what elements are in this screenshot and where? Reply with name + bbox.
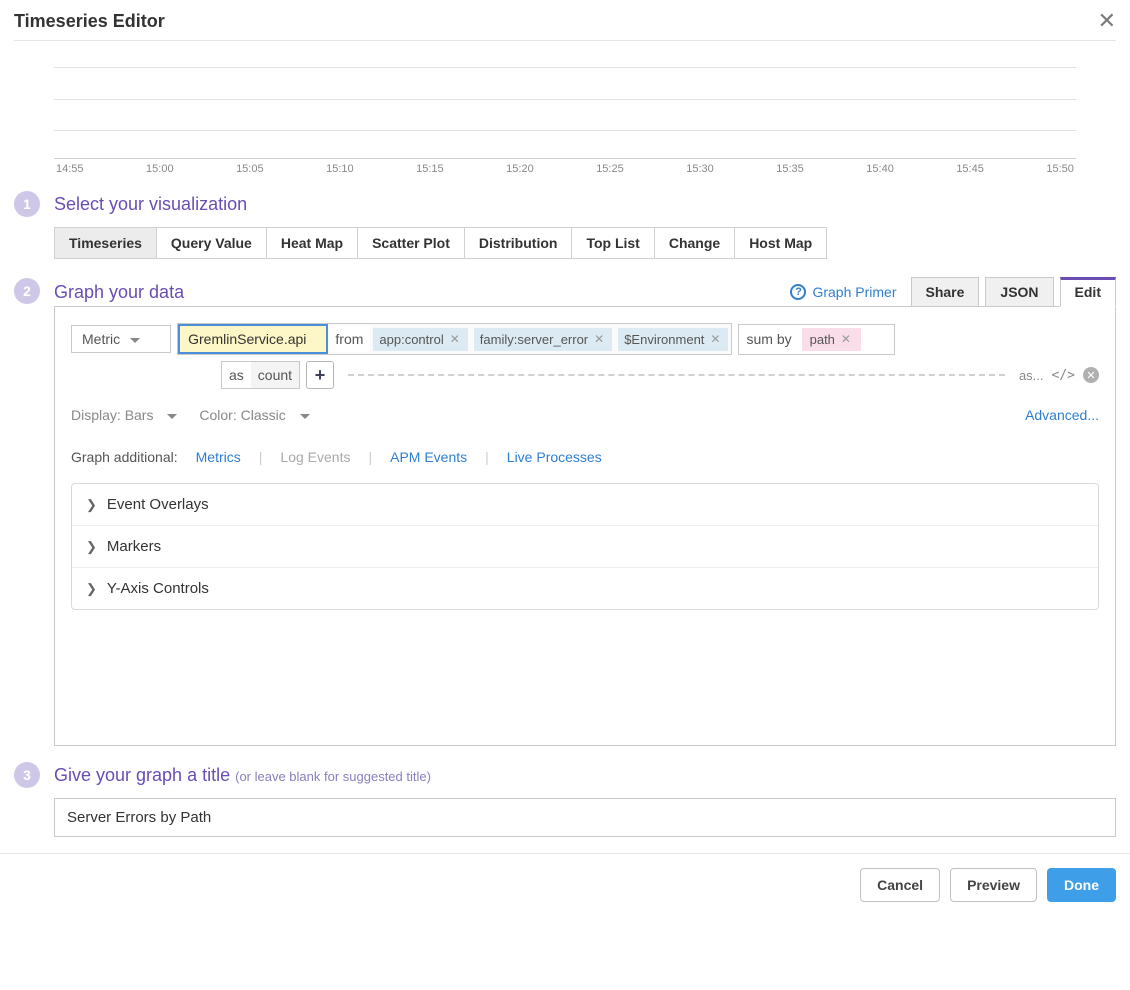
caret-down-icon: [130, 338, 140, 343]
accordion-markers[interactable]: ❯Markers: [72, 526, 1098, 568]
code-icon[interactable]: </>: [1052, 368, 1075, 383]
aggregation-box[interactable]: sum by path✕: [738, 324, 895, 355]
add-query-button[interactable]: +: [306, 361, 334, 389]
graph-additional-label: Graph additional:: [71, 449, 178, 465]
from-keyword: from: [328, 326, 370, 352]
modal-footer: Cancel Preview Done: [0, 853, 1130, 920]
trail-as-label: as...: [1019, 368, 1044, 383]
query-editor: Metric GremlinService.api from app:contr…: [54, 306, 1116, 746]
close-icon[interactable]: ✕: [1098, 10, 1116, 32]
delete-query-icon[interactable]: ✕: [1083, 367, 1099, 383]
viz-top-list[interactable]: Top List: [571, 227, 654, 259]
alias-value[interactable]: count: [251, 362, 299, 388]
modal-header: Timeseries Editor ✕: [14, 0, 1116, 41]
additional-live-processes[interactable]: Live Processes: [507, 449, 602, 465]
step-1-badge: 1: [14, 191, 40, 217]
remove-tag-icon[interactable]: ✕: [708, 332, 722, 346]
viz-timeseries[interactable]: Timeseries: [54, 227, 157, 259]
chart-x-ticks: 14:5515:0015:0515:1015:1515:2015:2515:30…: [54, 163, 1076, 175]
viz-change[interactable]: Change: [654, 227, 735, 259]
viz-scatter-plot[interactable]: Scatter Plot: [357, 227, 465, 259]
accordion-y-axis[interactable]: ❯Y-Axis Controls: [72, 568, 1098, 609]
help-icon: ?: [790, 284, 806, 300]
additional-log-events: Log Events: [280, 449, 350, 465]
divider-line: [348, 374, 1005, 376]
additional-apm-events[interactable]: APM Events: [390, 449, 467, 465]
accordion-event-overlays[interactable]: ❯Event Overlays: [72, 484, 1098, 526]
chevron-right-icon: ❯: [86, 581, 97, 597]
caret-down-icon: [167, 414, 177, 419]
done-button[interactable]: Done: [1047, 868, 1116, 902]
chevron-right-icon: ❯: [86, 497, 97, 513]
remove-tag-icon[interactable]: ✕: [592, 332, 606, 346]
metric-name-input[interactable]: GremlinService.api: [178, 324, 328, 354]
step-2-title: Graph your data: [54, 282, 184, 303]
color-select[interactable]: Color: Classic: [199, 407, 309, 423]
step-3-title: Give your graph a title (or leave blank …: [54, 765, 1116, 786]
remove-tag-icon[interactable]: ✕: [448, 332, 462, 346]
remove-tag-icon[interactable]: ✕: [839, 332, 853, 346]
chevron-right-icon: ❯: [86, 539, 97, 555]
metric-query-box: GremlinService.api from app:control✕ fam…: [177, 323, 732, 355]
filter-tag[interactable]: family:server_error✕: [474, 328, 612, 351]
chart-preview: 14:5515:0015:0515:1015:1515:2015:2515:30…: [14, 41, 1116, 175]
cancel-button[interactable]: Cancel: [860, 868, 940, 902]
step-3-badge: 3: [14, 762, 40, 788]
viz-host-map[interactable]: Host Map: [734, 227, 827, 259]
groupby-tag[interactable]: path✕: [802, 328, 861, 351]
viz-query-value[interactable]: Query Value: [156, 227, 267, 259]
as-alias-box[interactable]: as count: [221, 361, 300, 389]
display-select[interactable]: Display: Bars: [71, 407, 177, 423]
tab-edit[interactable]: Edit: [1060, 277, 1116, 307]
viz-heat-map[interactable]: Heat Map: [266, 227, 358, 259]
caret-down-icon: [300, 414, 310, 419]
filter-tag[interactable]: $Environment✕: [618, 328, 728, 351]
graph-title-input[interactable]: [54, 798, 1116, 837]
graph-primer-link[interactable]: ?Graph Primer: [790, 284, 896, 300]
modal-title: Timeseries Editor: [14, 11, 165, 32]
filter-tag[interactable]: app:control✕: [373, 328, 467, 351]
step-2-badge: 2: [14, 278, 40, 304]
additional-metrics[interactable]: Metrics: [196, 449, 241, 465]
overlays-accordion: ❯Event Overlays ❯Markers ❯Y-Axis Control…: [71, 483, 1099, 610]
metric-source-select[interactable]: Metric: [71, 325, 171, 353]
visualization-picker: Timeseries Query Value Heat Map Scatter …: [54, 227, 1116, 259]
tab-json[interactable]: JSON: [985, 277, 1053, 307]
viz-distribution[interactable]: Distribution: [464, 227, 573, 259]
tab-share[interactable]: Share: [911, 277, 980, 307]
step-1-title: Select your visualization: [54, 194, 1116, 215]
advanced-link[interactable]: Advanced...: [1025, 407, 1099, 423]
preview-button[interactable]: Preview: [950, 868, 1037, 902]
